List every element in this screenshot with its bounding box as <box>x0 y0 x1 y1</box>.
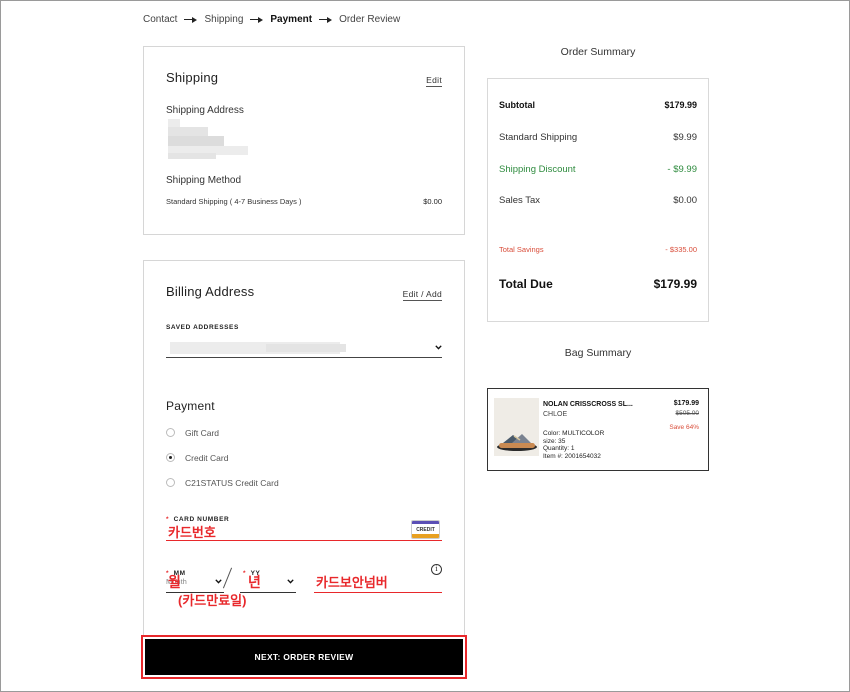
product-quantity: Quantity: 1 <box>543 445 575 453</box>
credit-card-icon: CREDIT <box>411 520 440 539</box>
breadcrumb-contact[interactable]: Contact <box>143 14 177 25</box>
radio-gift-card[interactable] <box>166 428 175 437</box>
saved-addresses-label: SAVED ADDRESSES <box>166 324 239 331</box>
order-summary-title: Order Summary <box>560 46 636 58</box>
arrow-right-icon <box>250 16 264 23</box>
billing-panel: Billing Address Edit / Add SAVED ADDRESS… <box>143 260 465 636</box>
saved-address-select[interactable] <box>166 340 442 358</box>
subtotal-row: Subtotal $179.99 <box>499 100 697 110</box>
product-size: size: 35 <box>543 437 566 445</box>
product-color: Color: MULTICOLOR <box>543 430 605 437</box>
product-item-number: Item #: 2001654032 <box>543 452 601 460</box>
arrow-right-icon <box>319 16 333 23</box>
chevron-down-icon <box>435 345 442 350</box>
gift-card-label[interactable]: Gift Card <box>185 428 219 438</box>
year-annotation: 년 <box>248 574 261 590</box>
info-icon[interactable]: i <box>431 564 442 575</box>
year-select[interactable]: 년 <box>240 571 296 593</box>
sales-tax-row: Sales Tax $0.00 <box>499 195 697 206</box>
shipping-panel: Shipping Edit Shipping Address Shipping … <box>143 46 465 235</box>
product-save-percent: Save 64% <box>669 424 699 431</box>
chevron-down-icon <box>215 579 222 584</box>
product-brand: CHLOE <box>543 411 568 418</box>
billing-edit-add-link[interactable]: Edit / Add <box>402 289 442 301</box>
product-name[interactable]: NOLAN CRISSCROSS SL... <box>543 401 633 408</box>
order-summary-panel: Subtotal $179.99 Standard Shipping $9.99 S… <box>487 78 709 322</box>
standard-shipping-row: Standard Shipping $9.99 <box>499 132 697 143</box>
product-thumbnail[interactable] <box>494 398 539 456</box>
shipping-method-price: $0.00 <box>423 197 442 206</box>
card-number-annotation: 카드번호 <box>168 525 216 540</box>
product-price: $179.99 <box>673 400 699 407</box>
expiry-annotation: (카드만료일) <box>178 593 247 608</box>
shipping-edit-link[interactable]: Edit <box>426 75 442 87</box>
bag-summary-title: Bag Summary <box>564 347 632 359</box>
radio-credit-card[interactable] <box>166 453 175 462</box>
shipping-method-value: Standard Shipping ( 4-7 Business Days ) <box>166 197 302 206</box>
total-due-row: Total Due $179.99 <box>499 277 697 291</box>
sandal-image <box>497 434 537 451</box>
credit-card-label[interactable]: Credit Card <box>185 453 228 463</box>
expiry-slash <box>222 567 233 589</box>
c21status-card-label[interactable]: C21STATUS Credit Card <box>185 478 279 488</box>
product-details: Color: MULTICOLOR size: 35 Quantity: 1 I… <box>543 430 604 460</box>
chevron-down-icon <box>287 579 294 584</box>
card-number-input[interactable]: 카드번호 CREDIT <box>166 519 442 541</box>
cvv-annotation: 카드보안넘버 <box>316 575 388 590</box>
breadcrumb-shipping[interactable]: Shipping <box>204 14 243 25</box>
bag-item-card[interactable]: NOLAN CRISSCROSS SL... CHLOE $179.99 $50… <box>487 388 709 471</box>
breadcrumb-order-review: Order Review <box>339 14 401 25</box>
radio-c21status-card[interactable] <box>166 478 175 487</box>
next-order-review-button[interactable]: NEXT: ORDER REVIEW <box>145 639 463 675</box>
breadcrumb: Contact Shipping Payment Order Review <box>143 14 400 25</box>
billing-title: Billing Address <box>166 284 255 299</box>
payment-title: Payment <box>166 399 215 413</box>
month-annotation: 월 <box>168 574 181 590</box>
next-button-highlight: NEXT: ORDER REVIEW <box>141 635 467 679</box>
total-savings-row: Total Savings - $335.00 <box>499 245 697 254</box>
shipping-address-label: Shipping Address <box>166 105 244 116</box>
shipping-title: Shipping <box>166 70 219 85</box>
arrow-right-icon <box>184 16 198 23</box>
product-original-price: $505.00 <box>675 410 700 417</box>
breadcrumb-payment: Payment <box>270 14 313 25</box>
shipping-discount-row: Shipping Discount - $9.99 <box>499 164 697 175</box>
shipping-method-label: Shipping Method <box>166 175 242 186</box>
cvv-input[interactable]: 카드보안넘버 <box>314 571 442 593</box>
